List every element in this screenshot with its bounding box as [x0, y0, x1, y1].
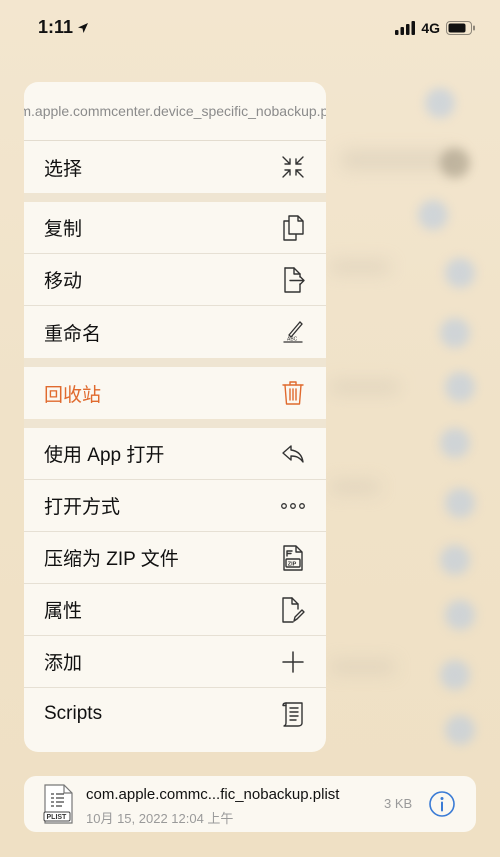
network-type: 4G: [421, 20, 440, 36]
menu-item-label: 回收站: [44, 384, 102, 406]
plist-icon-label: PLIST: [47, 814, 68, 821]
menu-item-trash[interactable]: 回收站: [24, 367, 326, 419]
menu-item-label: 打开方式: [44, 497, 121, 518]
menu-item-copy[interactable]: 复制: [24, 202, 326, 254]
menu-item-label: 移动: [44, 271, 83, 292]
status-bar: 1:11 4G: [0, 0, 500, 60]
menu-item-open-in[interactable]: 打开方式: [24, 480, 326, 532]
menu-header-filename: com.apple.commcenter.device_specific_nob…: [24, 82, 326, 141]
rename-icon: ABC: [280, 319, 306, 345]
menu-item-label: 压缩为 ZIP 文件: [44, 549, 179, 570]
trash-icon: [280, 380, 306, 406]
zip-file-icon: ZIP: [280, 544, 306, 571]
menu-item-label: 添加: [44, 653, 83, 674]
battery-icon: [446, 21, 475, 35]
menu-item-label: 使用 App 打开: [44, 445, 165, 466]
svg-text:ABC: ABC: [287, 337, 298, 343]
script-icon: [280, 701, 306, 727]
menu-item-compress-zip[interactable]: 压缩为 ZIP 文件 ZIP: [24, 532, 326, 584]
menu-item-label: 选择: [44, 158, 83, 180]
file-size: 3 KB: [384, 796, 413, 811]
reply-icon: [280, 441, 306, 467]
menu-item-label: Scripts: [44, 703, 103, 724]
svg-text:ZIP: ZIP: [288, 561, 297, 567]
collapse-arrows-icon: [280, 154, 306, 180]
ellipsis-icon: [280, 493, 306, 519]
context-menu: com.apple.commcenter.device_specific_nob…: [24, 82, 326, 752]
group-separator: [24, 358, 326, 367]
file-info-bar[interactable]: PLIST com.apple.commc...fic_nobackup.pli…: [24, 776, 476, 832]
info-icon[interactable]: [428, 790, 456, 823]
status-time: 1:11: [38, 17, 89, 38]
signal-bars-icon: [395, 21, 416, 35]
menu-item-select[interactable]: 选择: [24, 141, 326, 193]
menu-item-label: 复制: [44, 219, 83, 240]
menu-item-scripts[interactable]: Scripts: [24, 688, 326, 740]
location-arrow-icon: [78, 22, 89, 33]
menu-item-move[interactable]: 移动: [24, 254, 326, 306]
plist-file-icon: PLIST: [42, 784, 74, 829]
move-icon: [280, 266, 306, 293]
copy-icon: [280, 214, 306, 241]
menu-item-rename[interactable]: 重命名 ABC: [24, 306, 326, 358]
time-text: 1:11: [38, 17, 74, 37]
menu-item-properties[interactable]: 属性: [24, 584, 326, 636]
file-name: com.apple.commc...fic_nobackup.plist: [86, 786, 340, 803]
edit-file-icon: [280, 596, 306, 623]
menu-item-add[interactable]: 添加: [24, 636, 326, 688]
menu-item-open-with-app[interactable]: 使用 App 打开: [24, 428, 326, 480]
plus-icon: [280, 649, 306, 675]
group-separator: [24, 419, 326, 428]
menu-item-label: 属性: [44, 601, 83, 622]
menu-item-label: 重命名: [44, 323, 102, 345]
file-date: 10月 15, 2022 12:04 上午: [86, 811, 234, 826]
status-indicators: 4G: [395, 20, 476, 36]
group-separator: [24, 193, 326, 202]
